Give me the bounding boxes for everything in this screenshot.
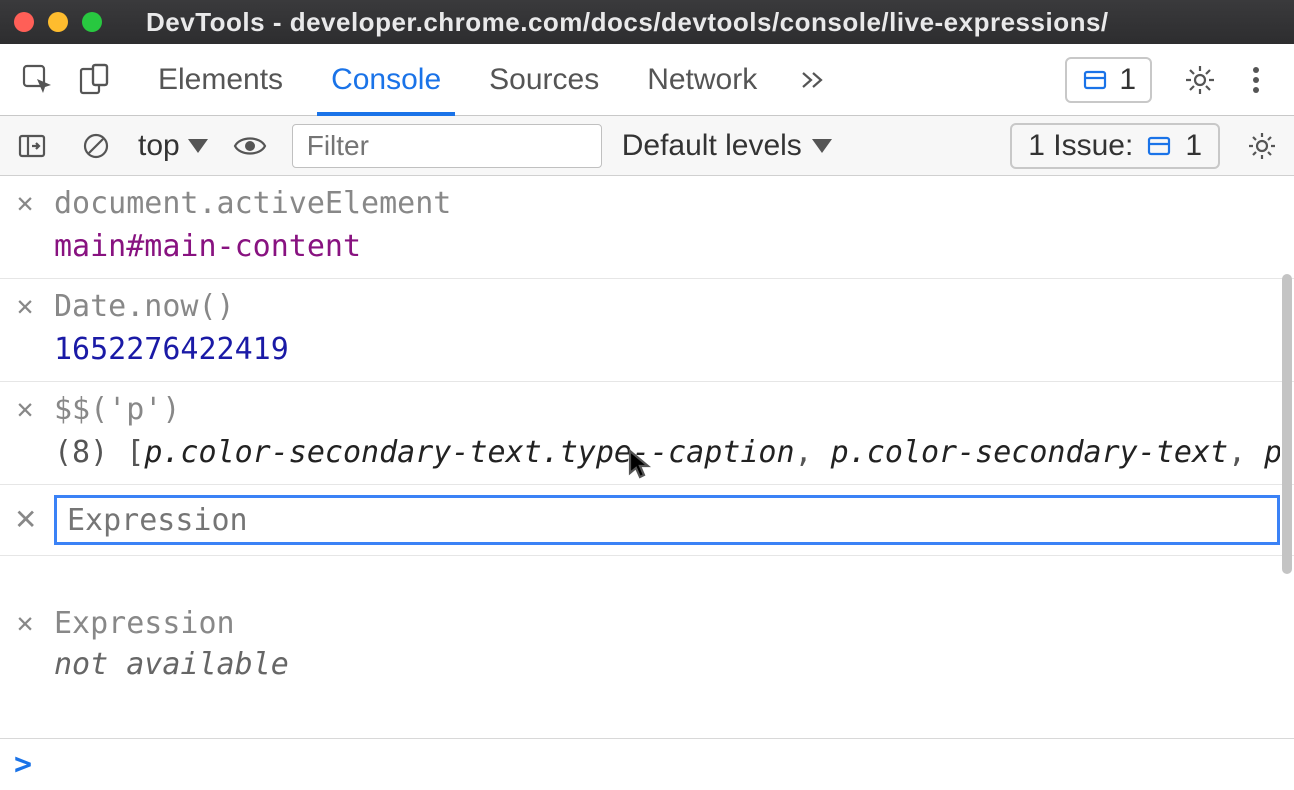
scrollbar-thumb[interactable]	[1282, 274, 1292, 574]
tab-label: Sources	[489, 63, 599, 97]
remove-expression-button[interactable]: ✕	[14, 503, 36, 537]
expression-source[interactable]: document.activeElement	[54, 186, 451, 221]
console-settings-button[interactable]	[1240, 120, 1284, 172]
remove-expression-button[interactable]: ✕	[14, 289, 36, 323]
kebab-menu-button[interactable]	[1230, 54, 1282, 106]
filter-input-wrap[interactable]	[292, 124, 602, 168]
expression-input[interactable]	[67, 503, 1267, 538]
window-title-bar: DevTools - developer.chrome.com/docs/dev…	[0, 0, 1294, 44]
tab-sources[interactable]: Sources	[465, 44, 623, 115]
tab-console[interactable]: Console	[307, 44, 465, 115]
more-tabs-button[interactable]	[781, 44, 843, 115]
chevron-double-right-icon	[797, 65, 827, 95]
tab-label: Network	[647, 63, 757, 97]
device-toolbar-icon[interactable]	[68, 54, 120, 106]
clear-icon	[80, 130, 112, 162]
issues-icon	[1145, 132, 1173, 160]
expression-source[interactable]: Date.now()	[54, 289, 235, 324]
expression-source[interactable]: Expression	[54, 606, 235, 641]
expression-source[interactable]: $$('p')	[54, 392, 180, 427]
live-expression-editing-row: ✕	[0, 485, 1294, 556]
live-expression-row: ✕ Expression not available	[0, 598, 1294, 690]
panel-tabs: Elements Console Sources Network	[134, 44, 843, 115]
chevron-down-icon	[188, 139, 208, 153]
live-expression-row: ✕ document.activeElement main#main-conte…	[0, 176, 1294, 279]
inspect-element-icon[interactable]	[12, 54, 64, 106]
context-label: top	[138, 129, 180, 163]
kebab-icon	[1251, 63, 1261, 97]
live-expressions-area: ✕ document.activeElement main#main-conte…	[0, 176, 1294, 738]
clear-console-button[interactable]	[74, 120, 118, 172]
prompt-caret-icon: >	[14, 747, 32, 782]
eye-icon	[232, 128, 268, 164]
traffic-lights	[14, 12, 102, 32]
issues-label: 1 Issue:	[1028, 129, 1133, 163]
issues-chip[interactable]: 1	[1065, 57, 1152, 103]
issues-count: 1	[1185, 129, 1202, 163]
console-prompt[interactable]: >	[0, 738, 1294, 790]
expression-result[interactable]: (8) [p.color-secondary-text.type--captio…	[54, 435, 1280, 470]
console-toolbar: top Default levels 1 Issue: 1	[0, 116, 1294, 176]
chevron-down-icon	[812, 139, 832, 153]
result-number: 1652276422419	[54, 332, 289, 367]
remove-expression-button[interactable]: ✕	[14, 606, 36, 640]
expression-result[interactable]: 1652276422419	[54, 332, 1280, 367]
live-expression-button[interactable]	[228, 120, 272, 172]
toggle-sidebar-button[interactable]	[10, 120, 54, 172]
tab-elements[interactable]: Elements	[134, 44, 307, 115]
issues-inline-chip[interactable]: 1 Issue: 1	[1010, 123, 1220, 169]
filter-input[interactable]	[307, 130, 587, 162]
array-count: (8)	[54, 435, 108, 470]
array-item: p.color-secondary-text.type--caption	[144, 435, 794, 470]
tab-label: Elements	[158, 63, 283, 97]
remove-expression-button[interactable]: ✕	[14, 186, 36, 220]
issues-count: 1	[1119, 63, 1136, 97]
gear-icon	[1183, 63, 1217, 97]
result-element-tag: main	[54, 229, 126, 264]
fullscreen-window-button[interactable]	[82, 12, 102, 32]
array-item: p.color-secondary-text	[831, 435, 1228, 470]
log-levels-select[interactable]: Default levels	[622, 129, 832, 163]
live-expression-row: ✕ Date.now() 1652276422419	[0, 279, 1294, 382]
main-toolbar: Elements Console Sources Network 1	[0, 44, 1294, 116]
expression-result: not available	[54, 647, 1280, 682]
result-element-id: #main-content	[126, 229, 361, 264]
gear-icon	[1246, 130, 1278, 162]
settings-button[interactable]	[1174, 54, 1226, 106]
window-title: DevTools - developer.chrome.com/docs/dev…	[146, 7, 1109, 38]
tab-network[interactable]: Network	[623, 44, 781, 115]
array-item: p	[1264, 435, 1280, 470]
live-expression-row: ✕ $$('p') (8) [p.color-secondary-text.ty…	[0, 382, 1294, 485]
remove-expression-button[interactable]: ✕	[14, 392, 36, 426]
sidebar-icon	[16, 130, 48, 162]
execution-context-select[interactable]: top	[138, 129, 208, 163]
close-window-button[interactable]	[14, 12, 34, 32]
issues-icon	[1081, 66, 1109, 94]
levels-label: Default levels	[622, 129, 802, 163]
expression-result[interactable]: main#main-content	[54, 229, 1280, 264]
expression-input-wrap[interactable]	[54, 495, 1280, 545]
minimize-window-button[interactable]	[48, 12, 68, 32]
tab-label: Console	[331, 63, 441, 97]
